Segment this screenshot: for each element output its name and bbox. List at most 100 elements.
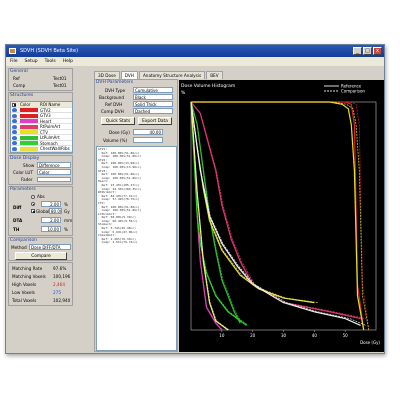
eye-icon[interactable] — [12, 124, 17, 129]
compare-button[interactable]: Compare — [15, 252, 67, 260]
roi-name-column-header: ROI Name — [40, 102, 61, 107]
structure-name: RtPulmArt — [40, 124, 61, 129]
minimize-button[interactable]: _ — [353, 47, 362, 55]
x-tick-label: 20 — [250, 333, 256, 338]
method-label: Method — [11, 245, 27, 250]
background-label: Background — [99, 95, 124, 100]
stat-value: 275 — [53, 290, 61, 295]
menu-setup[interactable]: Setup — [25, 57, 38, 66]
structure-name: CTV — [40, 129, 48, 135]
quick-stats-button[interactable]: Quick Stats — [101, 117, 135, 125]
global-checkbox[interactable] — [31, 209, 35, 213]
color-column-header: Color — [20, 102, 31, 107]
th-label: TH — [13, 227, 20, 232]
structure-name: LtPulmArt — [40, 135, 60, 140]
select-all-checkbox[interactable] — [12, 102, 16, 107]
stat-label: Matching Voxels — [12, 274, 46, 279]
dvh-parameters-title: DVH Parameters — [96, 80, 134, 85]
tab-bev[interactable]: BEV — [206, 71, 223, 79]
stat-label: Total Voxels — [12, 298, 37, 303]
structure-name: Stomach — [40, 140, 58, 146]
volume-input[interactable] — [133, 137, 163, 143]
stat-label: Matching Rate — [12, 266, 43, 271]
comp-value: Test01 — [53, 83, 67, 88]
eye-icon[interactable] — [12, 141, 17, 145]
eye-icon[interactable] — [12, 130, 17, 134]
structures-table: Color ROI Name GTV2 GTV3 Heart RtPulmArt CTV… — [10, 101, 73, 153]
dta-label: DTA — [13, 218, 23, 223]
comp-label: Comp — [13, 83, 26, 88]
app-icon — [9, 48, 16, 54]
title-bar: SDVH (SDVH Beta Site) _ □ x — [6, 45, 384, 57]
series-line-reference — [190, 101, 361, 320]
menu-file[interactable]: File — [10, 57, 18, 66]
stat-value: 97.6% — [53, 266, 67, 271]
dvh-chart-svg: Dose Volume Histogram% Dose (Gy) 10 20 30 40 5… — [181, 83, 380, 345]
structure-color-swatch[interactable] — [20, 119, 38, 123]
comp-dvh-select[interactable]: Dashed — [133, 108, 173, 114]
structure-color-swatch[interactable] — [20, 124, 38, 129]
ref-label: Ref — [13, 76, 20, 81]
structure-color-swatch[interactable] — [20, 130, 38, 134]
menu-help[interactable]: Help — [63, 57, 73, 66]
show-label: Show — [23, 163, 35, 168]
abs-radio[interactable] — [31, 195, 35, 199]
dose-display-panel: Dose Display Show Difference Color LUT C… — [8, 155, 73, 185]
series-line-comparison — [190, 101, 366, 319]
dose-gy-input[interactable]: 40.00 — [133, 129, 163, 135]
maximize-button[interactable]: □ — [363, 47, 372, 55]
dose-display-title: Dose Display — [10, 156, 40, 161]
dvh-results-console: GTV1: Ref: 100.00%(51.86cc) Comp: 100.00… — [96, 146, 177, 351]
structure-color-swatch[interactable] — [20, 135, 38, 140]
tab-anatomy-structure-analysis[interactable]: Anatomy Structure Analysis — [138, 71, 206, 79]
eye-icon[interactable] — [12, 146, 17, 151]
series-line-comparison — [191, 101, 370, 331]
eye-icon[interactable] — [12, 119, 17, 123]
diff-label: Diff — [13, 205, 22, 210]
comp-dvh-label: Comp DVH — [101, 109, 124, 114]
stat-label: Low Voxels — [12, 290, 35, 295]
volume-label: Volume (%) — [103, 138, 128, 143]
eye-icon[interactable] — [12, 113, 17, 118]
ref-dvh-select[interactable]: Solid Thick — [133, 101, 173, 107]
structure-name: GTV2 — [40, 107, 51, 113]
stat-value: 102,940 — [53, 298, 71, 303]
structures-title: Structures — [10, 93, 34, 98]
th-input[interactable]: 10.00 — [41, 226, 61, 232]
diff-percent-input[interactable]: 2.00 — [41, 201, 61, 207]
series-line-reference — [190, 101, 315, 304]
method-select[interactable]: Dose DIFF/DTA — [29, 244, 71, 250]
series-line-comparison — [191, 101, 370, 331]
color-lut-label: Color LUT — [13, 170, 34, 175]
fader-label: Fader — [21, 177, 33, 182]
tab-3d-dose[interactable]: 3D Dose — [94, 71, 120, 79]
dvh-type-select[interactable]: Cumulative — [133, 87, 173, 93]
structures-panel: Structures Color ROI Name GTV2 GTV3 Heart R… — [8, 92, 73, 154]
eye-icon[interactable] — [12, 135, 17, 140]
dta-input[interactable]: 2.00 — [41, 217, 61, 223]
structure-color-swatch[interactable] — [20, 141, 38, 145]
show-select[interactable]: Difference — [37, 162, 71, 168]
structure-color-swatch[interactable] — [20, 113, 38, 118]
structure-name: Heart — [40, 118, 52, 124]
color-lut-select[interactable]: Color — [37, 169, 71, 175]
abs-label: Abs — [37, 194, 45, 199]
structure-color-swatch[interactable] — [20, 146, 38, 151]
series-line-comparison — [190, 101, 319, 303]
structure-row[interactable]: ChestWall/Ribs — [11, 146, 72, 152]
background-select[interactable]: Black — [133, 94, 173, 100]
percent-radio[interactable] — [31, 202, 35, 206]
fader-slider[interactable] — [37, 177, 71, 182]
series-line-reference — [190, 101, 361, 326]
general-title: General — [10, 69, 28, 74]
tab-dvh[interactable]: DVH — [120, 71, 138, 79]
x-tick-label: 10 — [219, 333, 225, 338]
structure-color-swatch[interactable] — [20, 108, 38, 112]
close-button[interactable]: x — [373, 47, 382, 55]
eye-icon[interactable] — [12, 108, 17, 112]
export-data-button[interactable]: Export Data — [138, 117, 172, 125]
diff-percent-unit: % — [64, 202, 68, 207]
global-dose-input[interactable]: 80.00 — [49, 208, 62, 214]
structure-name: GTV3 — [40, 113, 51, 118]
menu-tools[interactable]: Tools — [45, 57, 56, 66]
